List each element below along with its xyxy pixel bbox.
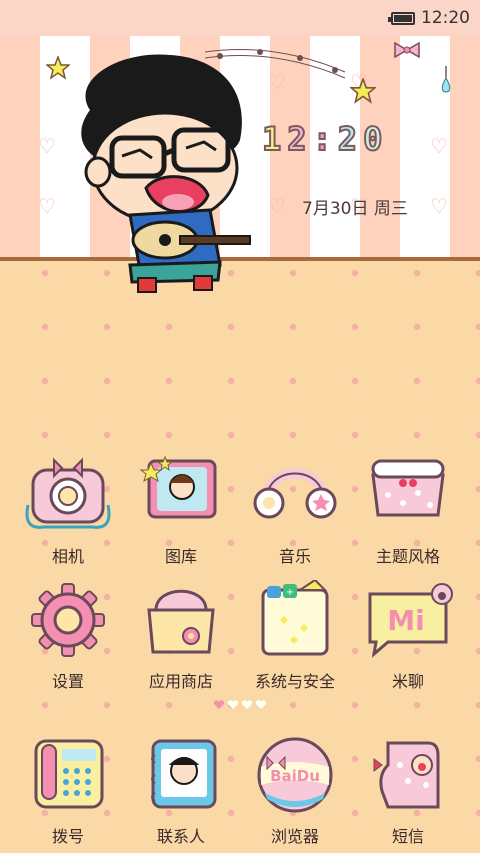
app-label: 浏览器	[270, 827, 319, 846]
gallery-icon	[139, 455, 217, 519]
page-indicator[interactable]	[213, 700, 273, 712]
dock-sms[interactable]: 短信	[353, 735, 463, 847]
app-label: 拨号	[51, 827, 84, 846]
lockscreen-date: 7月30日 周三	[302, 199, 408, 219]
status-time: 12:20	[421, 8, 470, 28]
app-gallery[interactable]: 图库	[126, 455, 236, 567]
app-music[interactable]: 音乐	[240, 455, 350, 567]
app-theme[interactable]: 主题风格	[353, 455, 463, 567]
heart-icon: ♡	[38, 194, 56, 218]
dock-contacts[interactable]: 联系人	[126, 735, 236, 847]
raindrop-icon	[441, 66, 451, 93]
lockscreen-clock: 12:20	[261, 119, 389, 159]
gear-icon	[31, 583, 105, 657]
browser-icon: BaiDu	[257, 737, 333, 813]
phone-icon	[34, 739, 104, 809]
sms-icon	[373, 741, 440, 809]
contacts-icon	[151, 739, 217, 809]
app-label: 联系人	[156, 827, 205, 846]
heart-icon: ♡	[268, 194, 286, 218]
app-label: 系统与安全	[254, 672, 335, 691]
app-label: 相机	[51, 547, 84, 566]
heart-icon: ♡	[430, 194, 448, 218]
star-icon	[350, 78, 376, 104]
app-label: 图库	[164, 547, 197, 566]
app-miliao[interactable]: Mi 米聊	[353, 580, 463, 692]
app-settings[interactable]: 设置	[13, 580, 123, 692]
app-security[interactable]: + 系统与安全	[240, 580, 350, 692]
security-icon: +	[261, 580, 329, 656]
svg-text:BaiDu: BaiDu	[270, 767, 320, 785]
app-label: 音乐	[278, 547, 311, 566]
heart-icon: ♡	[430, 134, 448, 158]
app-label: 短信	[391, 827, 424, 846]
page-dot	[241, 700, 253, 709]
page-dot-active	[213, 700, 225, 709]
page-dot	[255, 700, 267, 709]
dock-browser[interactable]: BaiDu 浏览器	[240, 735, 350, 847]
app-label: 应用商店	[148, 672, 213, 691]
chat-icon: Mi	[368, 583, 453, 658]
page-dot	[227, 700, 239, 709]
heart-icon: ♡	[38, 134, 56, 158]
bow-icon	[394, 41, 420, 59]
shop-bag-icon	[147, 589, 215, 654]
headphones-icon	[253, 468, 337, 519]
svg-text:Mi: Mi	[387, 604, 424, 637]
svg-text:+: +	[286, 587, 294, 598]
app-store[interactable]: 应用商店	[126, 580, 236, 692]
dock-phone[interactable]: 拨号	[13, 735, 123, 847]
app-camera[interactable]: 相机	[13, 455, 123, 567]
battery-icon	[388, 11, 415, 25]
camera-icon	[25, 457, 111, 529]
app-label: 米聊	[391, 672, 424, 691]
cartoon-boy-guitar-illustration	[81, 54, 251, 293]
app-label: 设置	[51, 672, 84, 691]
app-label: 主题风格	[375, 547, 440, 566]
theme-icon	[371, 459, 445, 517]
status-bar: 12:20	[0, 0, 480, 36]
